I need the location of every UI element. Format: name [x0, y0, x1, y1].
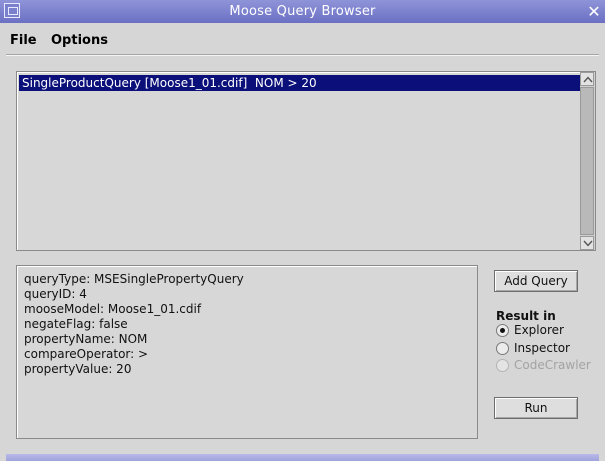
radio-inspector-label: Inspector: [514, 341, 570, 355]
scroll-up-button[interactable]: [580, 72, 594, 86]
detail-query-type: queryType: MSESinglePropertyQuery: [24, 272, 244, 286]
title-bar: Moose Query Browser ✕: [0, 0, 605, 23]
detail-moose-model: mooseModel: Moose1_01.cdif: [24, 302, 202, 316]
query-list[interactable]: SingleProductQuery [Moose1_01.cdif] NOM …: [16, 71, 596, 251]
window-bottom-edge: [6, 454, 599, 461]
radio-codecrawler-indicator: [496, 359, 509, 372]
menu-separator: [6, 54, 599, 56]
result-in-label: Result in: [496, 309, 556, 323]
run-button[interactable]: Run: [494, 397, 578, 419]
detail-compare-operator: compareOperator: >: [24, 347, 149, 361]
chevron-down-icon: [583, 240, 593, 247]
radio-inspector-indicator[interactable]: [496, 342, 509, 355]
add-query-button[interactable]: Add Query: [494, 270, 578, 292]
detail-property-name: propertyName: NOM: [24, 332, 148, 346]
scroll-down-button[interactable]: [580, 236, 594, 250]
query-list-item-selected[interactable]: SingleProductQuery [Moose1_01.cdif] NOM …: [19, 75, 580, 91]
detail-property-value: propertyValue: 20: [24, 362, 132, 376]
radio-codecrawler-label: CodeCrawler: [514, 358, 591, 372]
chevron-up-icon: [583, 76, 593, 83]
detail-negate-flag: negateFlag: false: [24, 317, 128, 331]
query-list-scrollbar[interactable]: [580, 72, 595, 250]
close-icon[interactable]: ✕: [583, 0, 605, 23]
menu-file[interactable]: File: [10, 33, 37, 48]
radio-explorer-label: Explorer: [514, 323, 564, 337]
query-details-panel: queryType: MSESinglePropertyQuery queryI…: [16, 265, 478, 439]
scroll-thumb[interactable]: [580, 87, 594, 235]
menu-options[interactable]: Options: [51, 33, 108, 48]
detail-query-id: queryID: 4: [24, 287, 87, 301]
radio-explorer-indicator[interactable]: [496, 324, 509, 337]
menu-bar: File Options: [0, 29, 605, 51]
window-title: Moose Query Browser: [229, 4, 376, 19]
